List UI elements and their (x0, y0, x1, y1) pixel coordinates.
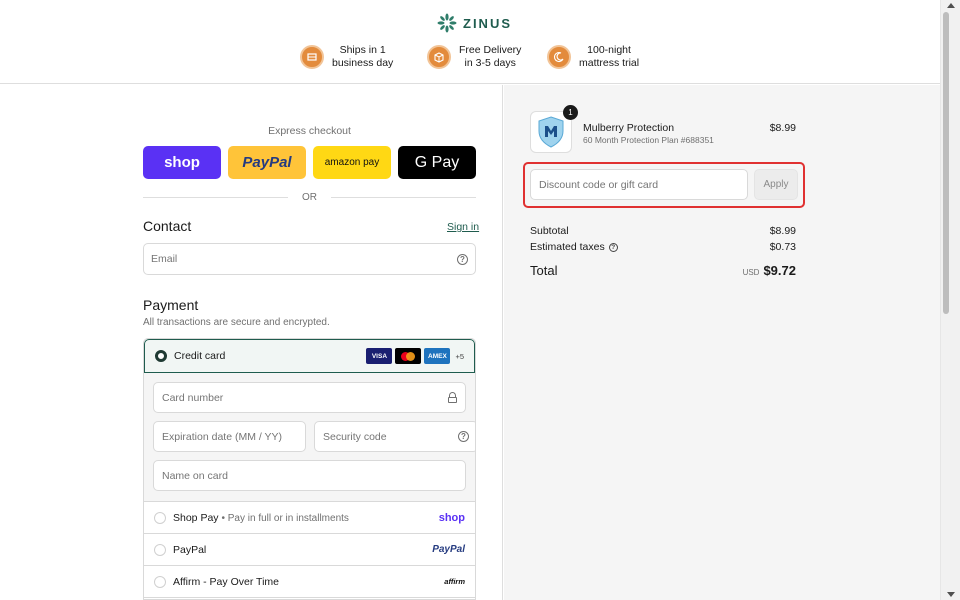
security-code-wrapper: ? (314, 421, 475, 452)
total-value-group: USD $9.72 (743, 263, 796, 278)
taxes-value: $0.73 (769, 241, 796, 253)
perk-shipping: Ships in 1 business day (300, 44, 427, 70)
name-on-card-wrapper (153, 460, 466, 491)
affirm-radio[interactable] (154, 575, 166, 588)
help-circle-icon[interactable]: ? (457, 253, 468, 265)
delivery-box-icon (427, 45, 451, 69)
name-on-card-input[interactable] (162, 469, 457, 482)
currency-code: USD (742, 268, 760, 277)
scroll-up-icon[interactable] (947, 3, 955, 8)
product-thumbnail: 1 (530, 105, 578, 153)
product-price: $8.99 (769, 122, 796, 134)
sign-in-link[interactable]: Sign in (447, 221, 479, 233)
taxes-label-group: Estimated taxes ? (530, 241, 618, 253)
mastercard-icon (395, 348, 422, 364)
help-circle-icon[interactable]: ? (458, 431, 469, 442)
subtotal-label: Subtotal (530, 225, 569, 237)
paypal-option[interactable]: PayPal PayPal (144, 534, 475, 566)
payment-methods: Credit card VISA AMEX +5 ? (143, 338, 476, 600)
payment-subtitle: All transactions are secure and encrypte… (143, 317, 330, 328)
shield-icon (538, 116, 564, 148)
card-number-wrapper (153, 382, 466, 413)
affirm-label: Affirm - Pay Over Time (173, 575, 279, 588)
credit-card-option[interactable]: Credit card VISA AMEX +5 (144, 339, 475, 373)
zinus-leaf-icon (437, 13, 457, 33)
amex-icon: AMEX (424, 348, 451, 364)
paypal-logo: PayPal (432, 544, 465, 555)
shipping-box-icon (300, 45, 324, 69)
zinus-logo[interactable]: ZINUS (437, 13, 512, 33)
total-amount: $9.72 (763, 263, 796, 278)
credit-card-radio[interactable] (155, 350, 167, 362)
affirm-logo: affirm (444, 577, 465, 586)
contact-heading: Contact (143, 218, 192, 234)
paypal-button[interactable]: PayPal (228, 146, 306, 179)
perks-bar: Ships in 1 business day Free Delivery in 3… (300, 44, 674, 70)
paypal-radio[interactable] (154, 543, 166, 556)
card-number-input[interactable] (162, 391, 448, 404)
perk-shipping-text: Ships in 1 business day (332, 44, 394, 69)
visa-icon: VISA (366, 348, 393, 364)
email-input[interactable] (151, 253, 457, 265)
discount-code-input[interactable] (530, 169, 748, 200)
subtotal-row: Subtotal $8.99 (530, 225, 796, 237)
perk-delivery-text: Free Delivery in 3-5 days (459, 44, 522, 69)
expiry-wrapper (153, 421, 306, 452)
taxes-label: Estimated taxes (530, 241, 605, 253)
scroll-thumb[interactable] (943, 12, 949, 314)
or-divider: OR (143, 192, 476, 203)
email-field-wrapper: ? (143, 243, 476, 275)
credit-card-label: Credit card (174, 350, 226, 362)
payment-heading: Payment (143, 297, 199, 313)
more-brands-count: +5 (455, 351, 464, 361)
quantity-badge: 1 (563, 105, 578, 120)
page-header: ZINUS Ships in 1 business day Free Delive… (0, 0, 940, 84)
perk-trial: 100-night mattress trial (547, 44, 674, 70)
product-subtitle: 60 Month Protection Plan #688351 (583, 135, 714, 145)
discount-section: Apply (523, 162, 805, 208)
brand-name: ZINUS (463, 15, 512, 31)
total-row: Total USD $9.72 (530, 263, 796, 278)
express-checkout-label: Express checkout (268, 125, 351, 137)
subtotal-value: $8.99 (769, 225, 796, 237)
lock-icon (448, 392, 457, 403)
credit-card-form: ? (144, 373, 475, 502)
shop-pay-button[interactable]: shop (143, 146, 221, 179)
help-circle-icon[interactable]: ? (608, 242, 618, 252)
shop-pay-radio[interactable] (154, 511, 166, 524)
google-pay-button[interactable]: G Pay (398, 146, 476, 179)
moon-trial-icon (547, 45, 571, 69)
order-summary: 1 Mulberry Protection 60 Month Protectio… (504, 85, 940, 600)
total-label: Total (530, 263, 558, 278)
express-wallets: shop PayPal amazon pay G Pay (143, 146, 476, 179)
page-scrollbar[interactable] (940, 0, 960, 600)
apply-discount-button[interactable]: Apply (754, 169, 798, 200)
card-details-row: ? (153, 421, 475, 452)
taxes-row: Estimated taxes ? $0.73 (530, 241, 796, 253)
expiry-input[interactable] (162, 430, 297, 443)
shop-pay-label: Shop Pay • Pay in full or in installment… (173, 511, 349, 524)
security-code-input[interactable] (323, 430, 458, 443)
shop-pay-logo: shop (438, 511, 465, 524)
scroll-down-icon[interactable] (947, 592, 955, 597)
paypal-label: PayPal (173, 543, 207, 556)
affirm-option[interactable]: Affirm - Pay Over Time affirm (144, 566, 475, 598)
perk-trial-text: 100-night mattress trial (579, 44, 640, 69)
shop-pay-option[interactable]: Shop Pay • Pay in full or in installment… (144, 502, 475, 534)
perk-delivery: Free Delivery in 3-5 days (427, 44, 547, 70)
checkout-form-column: Express checkout shop PayPal amazon pay … (0, 85, 503, 600)
amazon-pay-button[interactable]: amazon pay (313, 146, 391, 179)
product-name: Mulberry Protection (583, 122, 675, 134)
